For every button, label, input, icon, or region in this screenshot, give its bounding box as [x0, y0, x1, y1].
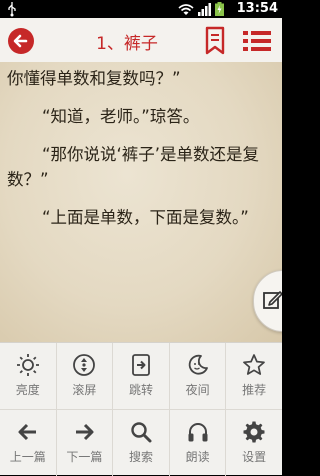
recommend-button[interactable]: 推荐	[226, 343, 282, 409]
arrow-left-icon	[18, 423, 36, 441]
read-aloud-button[interactable]: 朗读	[170, 410, 227, 476]
tool-label: 滚屏	[72, 383, 97, 397]
back-button[interactable]	[6, 26, 36, 56]
note-button[interactable]	[253, 270, 282, 332]
toolbar-row: 上一篇 下一篇 搜索 朗读 设置	[0, 410, 282, 476]
tool-label: 上一篇	[9, 450, 46, 464]
menu-button[interactable]	[240, 26, 274, 56]
jump-button[interactable]: 跳转	[113, 343, 170, 409]
gear-icon	[243, 421, 265, 443]
bookmark-button[interactable]	[203, 26, 227, 56]
signal-icon	[198, 2, 211, 16]
scroll-button[interactable]: 滚屏	[57, 343, 114, 409]
tool-label: 朗读	[185, 450, 210, 464]
toolbar-row: 亮度 滚屏 跳转 夜间 推荐	[0, 343, 282, 410]
jump-icon	[132, 354, 150, 376]
previous-article-button[interactable]: 上一篇	[0, 410, 57, 476]
paragraph: “知道，老师。”琼答。	[42, 107, 200, 126]
tool-label: 下一篇	[66, 450, 103, 464]
reader-header: 1、裤子	[0, 18, 282, 63]
battery-icon	[215, 2, 224, 16]
edit-icon	[263, 291, 282, 309]
scroll-icon	[73, 354, 96, 376]
paragraph: “上面是单数，下面是复数。”	[42, 208, 249, 227]
brightness-button[interactable]: 亮度	[0, 343, 57, 409]
system-icons	[178, 2, 224, 16]
tool-label: 跳转	[128, 383, 153, 397]
tool-label: 设置	[242, 450, 267, 464]
tool-label: 亮度	[15, 383, 40, 397]
brightness-icon	[16, 354, 39, 376]
tool-label: 夜间	[185, 383, 210, 397]
article-text: 你懂得单数和复数吗？” “知道，老师。”琼答。 “那你说说‘裤子’是单数还是复数…	[7, 66, 269, 243]
headphones-icon	[188, 423, 208, 442]
paragraph: “那你说说‘裤子’是单数还是复数？”	[7, 145, 260, 189]
settings-button[interactable]: 设置	[226, 410, 282, 476]
reading-page[interactable]: 你懂得单数和复数吗？” “知道，老师。”琼答。 “那你说说‘裤子’是单数还是复数…	[0, 62, 282, 342]
chapter-title: 1、裤子	[96, 34, 158, 54]
tool-label: 搜索	[128, 450, 153, 464]
arrow-right-icon	[76, 423, 94, 441]
night-mode-button[interactable]: 夜间	[170, 343, 227, 409]
bottom-toolbar: 亮度 滚屏 跳转 夜间 推荐 上一篇 下一篇 搜索 朗读 设置	[0, 342, 282, 476]
clock: 13:54	[236, 1, 278, 16]
star-icon	[243, 354, 266, 375]
next-article-button[interactable]: 下一篇	[57, 410, 114, 476]
tool-label: 推荐	[242, 383, 267, 397]
night-icon	[188, 354, 208, 375]
status-bar: 13:54	[0, 0, 282, 18]
wifi-icon	[178, 3, 194, 15]
search-icon	[131, 422, 152, 443]
usb-icon	[8, 2, 16, 17]
paragraph: 你懂得单数和复数吗？”	[7, 69, 181, 88]
search-button[interactable]: 搜索	[113, 410, 170, 476]
